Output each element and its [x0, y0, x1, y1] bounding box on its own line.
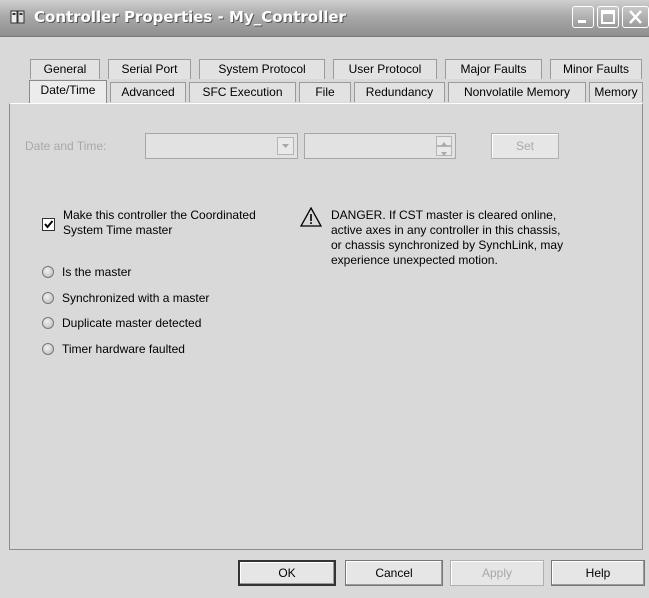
- tab-file[interactable]: File: [299, 82, 351, 102]
- tab-date-time[interactable]: Date/Time: [29, 80, 107, 103]
- warning-icon: [299, 206, 323, 230]
- date-dropdown[interactable]: [145, 133, 298, 159]
- spin-up-icon[interactable]: [436, 136, 452, 146]
- status-label-duplicate-master: Duplicate master detected: [62, 316, 202, 330]
- tab-redundancy[interactable]: Redundancy: [354, 82, 445, 102]
- status-indicator-timer-faulted: [42, 343, 54, 355]
- close-button[interactable]: [622, 6, 649, 28]
- cancel-button[interactable]: Cancel: [345, 560, 443, 586]
- status-indicator-is-master: [42, 266, 54, 278]
- maximize-button[interactable]: [597, 6, 619, 28]
- date-time-label: Date and Time:: [25, 139, 107, 153]
- warning-line-4: experience unexpected motion.: [331, 253, 498, 267]
- tab-major-faults[interactable]: Major Faults: [445, 59, 542, 79]
- cst-checkbox-label-line2: System Time master: [63, 223, 173, 237]
- tab-memory[interactable]: Memory: [589, 82, 643, 102]
- status-label-is-master: Is the master: [62, 265, 132, 279]
- warning-line-2: active axes in any controller in this ch…: [331, 223, 561, 237]
- controller-properties-dialog: Controller Properties - My_Controller Ge…: [0, 0, 649, 598]
- tab-advanced[interactable]: Advanced: [110, 82, 186, 102]
- time-field[interactable]: [304, 133, 456, 159]
- controller-icon: [10, 9, 26, 25]
- tab-general[interactable]: General: [30, 59, 100, 79]
- warning-line-1: DANGER. If CST master is cleared online,: [331, 208, 557, 222]
- cst-master-checkbox[interactable]: [42, 218, 55, 231]
- chevron-down-icon[interactable]: [277, 137, 294, 155]
- window-title: Controller Properties - My_Controller: [34, 8, 346, 26]
- warning-line-3: or chassis synchronized by SynchLink, ma…: [331, 238, 564, 252]
- help-button[interactable]: Help: [551, 560, 645, 586]
- tab-system-protocol[interactable]: System Protocol: [199, 59, 325, 79]
- set-button[interactable]: Set: [491, 133, 559, 159]
- minimize-button[interactable]: [572, 6, 594, 28]
- status-label-synchronized: Synchronized with a master: [62, 291, 210, 305]
- title-bar[interactable]: Controller Properties - My_Controller: [0, 0, 649, 37]
- tab-serial-port[interactable]: Serial Port: [108, 59, 191, 79]
- status-indicator-duplicate-master: [42, 317, 54, 329]
- spin-down-icon[interactable]: [436, 146, 452, 156]
- tab-minor-faults[interactable]: Minor Faults: [550, 59, 642, 79]
- tab-nonvolatile-memory[interactable]: Nonvolatile Memory: [448, 82, 586, 102]
- status-indicator-synchronized: [42, 292, 54, 304]
- tab-user-protocol[interactable]: User Protocol: [333, 59, 437, 79]
- cst-checkbox-label-line1: Make this controller the Coordinated: [63, 208, 256, 222]
- status-label-timer-faulted: Timer hardware faulted: [62, 342, 185, 356]
- tab-sfc-execution[interactable]: SFC Execution: [189, 82, 296, 102]
- ok-button[interactable]: OK: [238, 560, 336, 586]
- apply-button[interactable]: Apply: [450, 560, 544, 586]
